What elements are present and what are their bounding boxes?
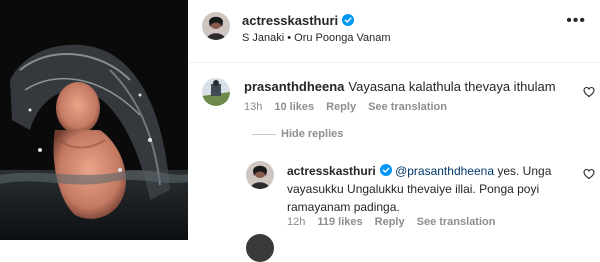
heart-icon[interactable] (583, 168, 595, 180)
reply-author-avatar[interactable] (246, 161, 274, 189)
media-image (0, 0, 188, 240)
heart-icon[interactable] (583, 86, 595, 98)
author-username-text[interactable]: actresskasthuri (242, 13, 338, 28)
verified-badge-icon (342, 14, 355, 26)
reply-time: 12h (287, 216, 306, 228)
comments-panel: actresskasthuri S Janaki • Oru Poonga Va… (188, 0, 600, 262)
reply-username[interactable]: actresskasthuri (287, 164, 376, 178)
more-icon[interactable]: ••• (566, 12, 586, 30)
audio-info[interactable]: S Janaki • Oru Poonga Vanam (242, 32, 391, 44)
comment-meta: 13h 10 likes Reply See translation (244, 101, 459, 113)
reply-button[interactable]: Reply (326, 101, 356, 113)
author-username[interactable]: actresskasthuri (242, 13, 355, 28)
next-comment-avatar[interactable] (246, 234, 274, 262)
commenter-avatar[interactable] (202, 78, 230, 106)
comment-likes[interactable]: 10 likes (274, 101, 314, 113)
see-translation-button[interactable]: See translation (368, 101, 447, 113)
comment-time: 13h (244, 101, 263, 113)
author-avatar[interactable] (202, 12, 230, 40)
verified-badge-icon (379, 164, 392, 176)
commenter-username[interactable]: prasanthdheena (244, 79, 344, 94)
hide-replies-button[interactable]: Hide replies (281, 128, 343, 140)
reply-reply-button[interactable]: Reply (375, 216, 405, 228)
post-media[interactable] (0, 0, 188, 240)
reply-meta: 12h 119 likes Reply See translation (287, 216, 507, 228)
reply-mention[interactable]: @prasanthdheena (395, 164, 494, 178)
comment-text: Vayasana kalathula thevaya ithulam (348, 79, 556, 94)
hide-replies-line (252, 134, 276, 135)
post-header: actresskasthuri S Janaki • Oru Poonga Va… (188, 0, 600, 63)
reply-see-translation-button[interactable]: See translation (417, 216, 496, 228)
comment: prasanthdheena Vayasana kalathula thevaya… (244, 79, 556, 94)
reply-comment: actresskasthuri @prasanthdheena yes. Ung… (287, 162, 577, 216)
reply-likes[interactable]: 119 likes (317, 216, 362, 228)
